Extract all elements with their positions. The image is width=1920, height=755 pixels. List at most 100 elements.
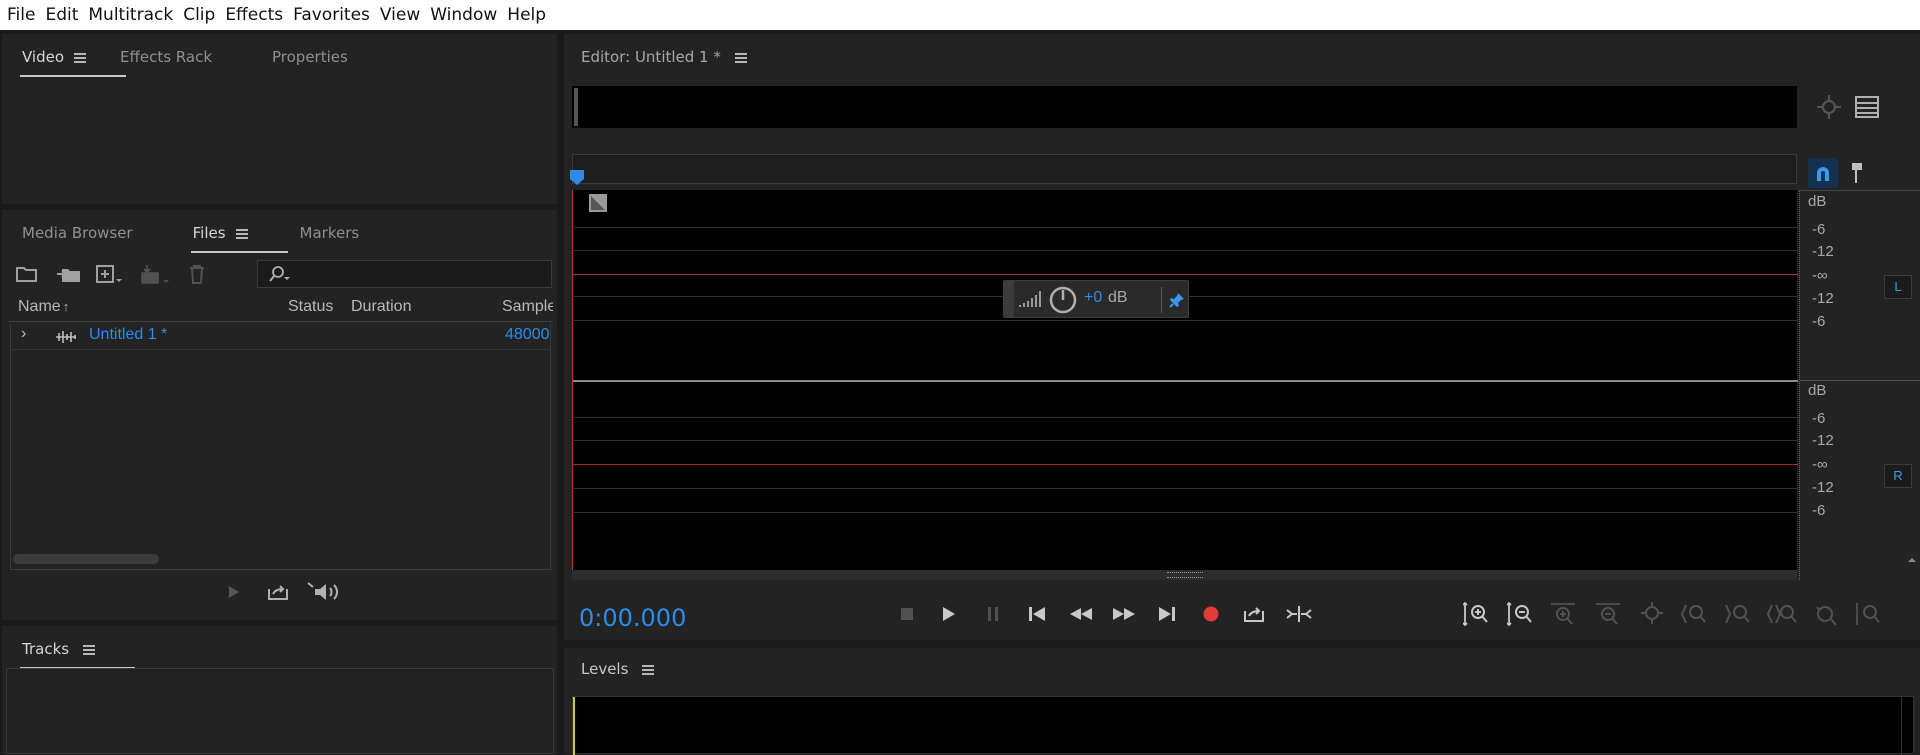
loop-playback-icon[interactable]	[1241, 601, 1267, 627]
menu-edit[interactable]: Edit	[40, 5, 83, 25]
menu-effects[interactable]: Effects	[220, 5, 288, 25]
level-meter	[572, 696, 1914, 755]
skip-back-icon[interactable]	[1024, 602, 1050, 626]
open-file-icon[interactable]	[14, 262, 40, 286]
db-scale: dB -6 -12 -∞ -12 -6 L dB -6 -12 -∞ -12 -…	[1799, 190, 1920, 580]
editor-scrollbar-grip[interactable]	[1167, 572, 1203, 578]
rewind-icon[interactable]	[1066, 602, 1096, 626]
tab-effects-rack[interactable]: Effects Rack	[120, 48, 212, 68]
tab-video[interactable]: Video	[19, 48, 127, 77]
menu-bar: File Edit Multitrack Clip Effects Favori…	[0, 0, 1920, 30]
stop-icon[interactable]	[895, 602, 919, 626]
search-input[interactable]	[294, 263, 544, 285]
levels-title: Levels	[581, 660, 629, 678]
grid-line	[573, 320, 1798, 321]
menu-file[interactable]: File	[2, 5, 40, 25]
file-name[interactable]: Untitled 1 *	[89, 326, 167, 344]
menu-clip[interactable]: Clip	[178, 5, 220, 25]
snap-magnet-icon[interactable]	[1808, 158, 1838, 188]
hud-grip-icon[interactable]	[1004, 281, 1014, 317]
tab-levels[interactable]: Levels	[581, 660, 655, 680]
channel-r-button[interactable]: R	[1884, 464, 1912, 488]
insert-into-multitrack-icon[interactable]	[138, 262, 172, 286]
zoom-to-selection-out-icon[interactable]	[1724, 600, 1754, 628]
zoom-out-amplitude-icon[interactable]	[1506, 600, 1534, 628]
tab-media-browser[interactable]: Media Browser	[22, 224, 133, 244]
auto-play-speaker-icon[interactable]	[306, 580, 342, 604]
panel-menu-icon[interactable]	[235, 228, 248, 239]
waveform-area[interactable]: +0 dB	[572, 190, 1798, 578]
time-display[interactable]: 0:00.000	[579, 604, 686, 632]
tab-markers[interactable]: Markers	[300, 224, 360, 244]
play-icon[interactable]	[224, 582, 244, 602]
tab-files-label: Files	[192, 224, 226, 242]
hud-volume[interactable]: +0 dB	[1003, 280, 1189, 318]
skip-selection-icon[interactable]	[1284, 601, 1314, 627]
channel-r-label: R	[1893, 468, 1903, 483]
zoom-to-selection-in-icon[interactable]	[1680, 600, 1710, 628]
volume-knob-icon[interactable]	[1048, 285, 1078, 315]
editor-scrollbar[interactable]	[572, 570, 1797, 580]
zoom-out-time-icon[interactable]	[1594, 600, 1622, 628]
column-duration[interactable]: Duration	[351, 298, 411, 316]
new-file-icon[interactable]	[94, 262, 124, 286]
import-file-icon[interactable]	[54, 262, 84, 286]
menu-favorites[interactable]: Favorites	[288, 5, 375, 25]
zoom-selection-edges-icon[interactable]	[1766, 600, 1800, 628]
db-tick-label: -12	[1812, 290, 1834, 307]
files-panel-tabs: Media Browser Files Markers	[2, 210, 359, 258]
loop-playback-icon[interactable]	[266, 581, 290, 603]
column-status[interactable]: Status	[288, 298, 333, 316]
marker-flag-icon[interactable]	[1848, 160, 1866, 186]
expand-chevron-icon[interactable]: ›	[21, 325, 26, 343]
table-row[interactable]: › Untitled 1 * 48000	[11, 324, 550, 350]
tab-tracks[interactable]: Tracks	[19, 640, 136, 669]
zoom-out-full-icon[interactable]	[1638, 600, 1666, 628]
fast-forward-icon[interactable]	[1109, 602, 1139, 626]
play-icon[interactable]	[937, 602, 961, 626]
channel-l-label: L	[1894, 279, 1902, 294]
column-sample[interactable]: Sample	[502, 298, 553, 316]
trash-icon[interactable]	[186, 262, 208, 286]
timeline-ruler[interactable]	[569, 154, 1797, 185]
panel-menu-icon[interactable]	[734, 52, 747, 63]
tracks-panel: Tracks	[2, 626, 557, 754]
menu-view[interactable]: View	[375, 5, 425, 25]
db-tick-label: -12	[1812, 243, 1834, 260]
zoom-amplitude-full-icon[interactable]	[1854, 600, 1882, 628]
panel-menu-icon[interactable]	[83, 644, 96, 655]
panel-menu-icon[interactable]	[74, 52, 87, 63]
menu-help[interactable]: Help	[502, 5, 551, 25]
tracks-list	[6, 668, 554, 754]
video-panel-tabs: Video Effects Rack Properties	[2, 34, 348, 82]
skip-forward-icon[interactable]	[1154, 602, 1180, 626]
menu-window[interactable]: Window	[425, 5, 502, 25]
zoom-in-time-icon[interactable]	[1549, 600, 1577, 628]
zoom-in-amplitude-icon[interactable]	[1462, 600, 1490, 628]
db-tick-label: -∞	[1812, 456, 1828, 473]
zoom-reset-icon[interactable]	[1812, 600, 1840, 628]
playhead-marker-icon[interactable]	[569, 169, 585, 185]
record-icon[interactable]	[1199, 602, 1223, 626]
pin-icon[interactable]	[1167, 289, 1187, 311]
overview-bar[interactable]	[572, 86, 1797, 128]
tab-properties[interactable]: Properties	[272, 48, 348, 68]
tab-files[interactable]: Files	[190, 224, 288, 253]
zoom-navigator-icon[interactable]	[1814, 92, 1844, 122]
column-name[interactable]: Name ↑	[18, 298, 69, 316]
fade-in-handle-icon[interactable]	[589, 194, 607, 212]
db-tick-label: -6	[1812, 410, 1826, 427]
volume-value[interactable]: +0	[1084, 289, 1102, 307]
file-list-header: Name ↑ Status Duration Sample	[8, 296, 553, 322]
tab-editor[interactable]: Editor: Untitled 1 *	[581, 48, 747, 68]
overview-zoom-handle[interactable]	[574, 88, 578, 126]
search-field[interactable]	[257, 260, 552, 288]
menu-multitrack[interactable]: Multitrack	[83, 5, 178, 25]
scroll-up-icon[interactable]	[1906, 554, 1918, 566]
pause-icon[interactable]	[981, 602, 1005, 626]
db-tick-label: -12	[1812, 432, 1834, 449]
panel-menu-icon[interactable]	[642, 664, 655, 675]
horizontal-scrollbar[interactable]	[13, 554, 159, 564]
spectral-display-icon[interactable]	[1852, 92, 1882, 122]
channel-l-button[interactable]: L	[1884, 275, 1912, 299]
